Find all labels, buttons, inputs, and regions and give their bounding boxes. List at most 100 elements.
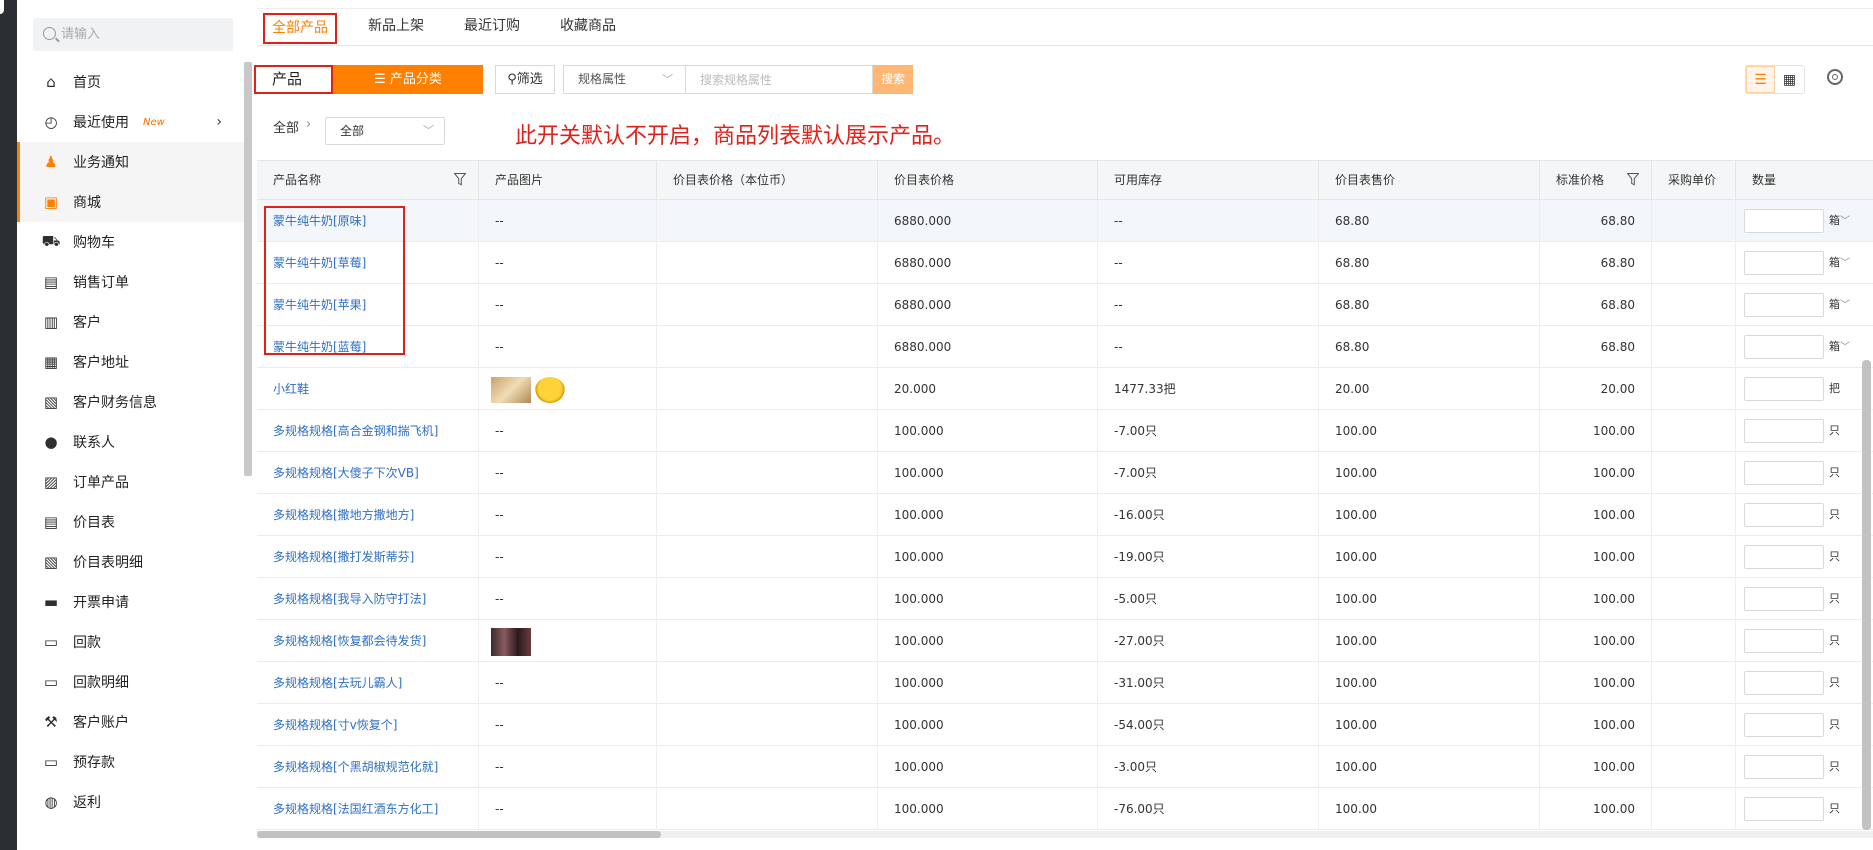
funnel-icon[interactable]	[454, 173, 466, 186]
product-name-link[interactable]: 蒙牛纯牛奶[蓝莓]	[257, 326, 479, 368]
tab-recent-orders[interactable]: 最近订购	[464, 9, 520, 45]
sidebar-item-customer-account[interactable]: ⚒ 客户账户	[17, 702, 246, 742]
sidebar-item-customer[interactable]: ▥ 客户	[17, 302, 246, 342]
quantity-input[interactable]	[1744, 209, 1824, 233]
table-row[interactable]: 蒙牛纯牛奶[原味] -- 6880.000 -- 68.80 68.80 箱﹀	[257, 200, 1873, 242]
quantity-input[interactable]	[1744, 251, 1824, 275]
sidebar-item-customer-finance[interactable]: ▧ 客户财务信息	[17, 382, 246, 422]
list-view-icon[interactable]: ☰	[1746, 66, 1775, 93]
sidebar-item-cart[interactable]: ⛟ 购物车	[17, 222, 246, 262]
col-product-name[interactable]: 产品名称	[257, 161, 479, 199]
product-name-link[interactable]: 多规格规格[个黑胡椒规范化就]	[257, 746, 479, 788]
product-name-link[interactable]: 蒙牛纯牛奶[苹果]	[257, 284, 479, 326]
unit-select[interactable]: 箱﹀	[1829, 200, 1850, 242]
table-row[interactable]: 多规格规格[高合金钢和揣飞机] -- 100.000 -7.00只 100.00 100.…	[257, 410, 1873, 452]
sidebar-item-order-product[interactable]: ▨ 订单产品	[17, 462, 246, 502]
sale-price-cell: 100.00	[1319, 662, 1540, 704]
sidebar-item-rebate[interactable]: ◍ 返利	[17, 782, 246, 822]
unit-select[interactable]: 箱﹀	[1829, 242, 1850, 284]
sidebar-item-price-list-detail[interactable]: ▧ 价目表明细	[17, 542, 246, 582]
search-button[interactable]: 搜索	[873, 65, 913, 94]
quantity-input[interactable]	[1744, 755, 1824, 779]
filter-button[interactable]: ⚲筛选	[495, 65, 555, 94]
sidebar-item-price-list[interactable]: ▤ 价目表	[17, 502, 246, 542]
quantity-input[interactable]	[1744, 713, 1824, 737]
sidebar-item-customer-address[interactable]: ▦ 客户地址	[17, 342, 246, 382]
category-select[interactable]: 全部 ﹀	[325, 117, 445, 145]
breadcrumb[interactable]: 全部	[273, 117, 299, 136]
table-row[interactable]: 多规格规格[个黑胡椒规范化就] -- 100.000 -3.00只 100.00 100.…	[257, 746, 1873, 788]
product-name-link[interactable]: 多规格规格[撒打发斯蒂芬]	[257, 536, 479, 578]
quantity-input[interactable]	[1744, 629, 1824, 653]
table-row[interactable]: 蒙牛纯牛奶[蓝莓] -- 6880.000 -- 68.80 68.80 箱﹀	[257, 326, 1873, 368]
category-toggle-button[interactable]: ☰ 产品分类	[333, 65, 483, 94]
table-row[interactable]: 蒙牛纯牛奶[草莓] -- 6880.000 -- 68.80 68.80 箱﹀	[257, 242, 1873, 284]
table-row[interactable]: 多规格规格[寸v恢复个] -- 100.000 -54.00只 100.00 100.00…	[257, 704, 1873, 746]
quantity-input[interactable]	[1744, 293, 1824, 317]
table-row[interactable]: 多规格规格[恢复都会待发货] 100.000 -27.00只 100.00 100.00…	[257, 620, 1873, 662]
sidebar-item-home[interactable]: ⌂ 首页	[17, 62, 246, 102]
quantity-input[interactable]	[1744, 377, 1824, 401]
unit-select[interactable]: 箱﹀	[1829, 284, 1850, 326]
quantity-input[interactable]	[1744, 545, 1824, 569]
col-standard-price[interactable]: 标准价格	[1540, 161, 1652, 199]
product-name-link[interactable]: 多规格规格[大傻子下次VB]	[257, 452, 479, 494]
quantity-input[interactable]	[1744, 419, 1824, 443]
spec-attribute-select[interactable]: 规格属性 ﹀	[563, 65, 685, 94]
search-input[interactable]	[61, 18, 221, 51]
sidebar-item-payment[interactable]: ▭ 回款	[17, 622, 246, 662]
table-row[interactable]: 多规格规格[去玩儿霸人] -- 100.000 -31.00只 100.00 100.00…	[257, 662, 1873, 704]
horizontal-scrollbar[interactable]	[257, 831, 661, 838]
product-name-link[interactable]: 多规格规格[法国红酒东方化工]	[257, 788, 479, 830]
sidebar-item-label: 客户	[73, 315, 101, 331]
sidebar-item-recent[interactable]: ◴ 最近使用 New ›	[17, 102, 246, 142]
sidebar-item-sales-order[interactable]: ▤ 销售订单	[17, 262, 246, 302]
product-name-link[interactable]: 多规格规格[恢复都会待发货]	[257, 620, 479, 662]
sidebar-scrollbar[interactable]	[244, 62, 252, 476]
table-row[interactable]: 多规格规格[法国红酒东方化工] -- 100.000 -76.00只 100.00 100…	[257, 788, 1873, 830]
tab-favorites[interactable]: 收藏商品	[560, 9, 616, 45]
quantity-input[interactable]	[1744, 335, 1824, 359]
table-row[interactable]: 多规格规格[撒地方撒地方] -- 100.000 -16.00只 100.00 100.0…	[257, 494, 1873, 536]
table-row[interactable]: 蒙牛纯牛奶[苹果] -- 6880.000 -- 68.80 68.80 箱﹀	[257, 284, 1873, 326]
quantity-input[interactable]	[1744, 461, 1824, 485]
tab-new-arrivals[interactable]: 新品上架	[368, 9, 424, 45]
sidebar-item-deposit[interactable]: ▭ 预存款	[17, 742, 246, 782]
product-name-link[interactable]: 蒙牛纯牛奶[原味]	[257, 200, 479, 242]
product-thumbnail[interactable]	[491, 376, 531, 403]
product-thumbnail[interactable]	[491, 627, 531, 656]
sidebar-item-invoice[interactable]: ▬ 开票申请	[17, 582, 246, 622]
table-row[interactable]: 多规格规格[我导入防守打法] -- 100.000 -5.00只 100.00 100.0…	[257, 578, 1873, 620]
sidebar-item-notice[interactable]: ♟ 业务通知	[17, 142, 246, 182]
product-name-link[interactable]: 多规格规格[寸v恢复个]	[257, 704, 479, 746]
sidebar-item-contact[interactable]: ● 联系人	[17, 422, 246, 462]
product-name-link[interactable]: 多规格规格[我导入防守打法]	[257, 578, 479, 620]
table-vertical-scrollbar[interactable]	[1862, 360, 1871, 830]
quantity-input[interactable]	[1744, 797, 1824, 821]
product-name-link[interactable]: 多规格规格[高合金钢和揣飞机]	[257, 410, 479, 452]
quantity-input[interactable]	[1744, 671, 1824, 695]
product-toggle-button[interactable]: 产品	[254, 65, 333, 94]
product-name-link[interactable]: 多规格规格[撒地方撒地方]	[257, 494, 479, 536]
quantity-input[interactable]	[1744, 587, 1824, 611]
grid-view-icon[interactable]: ▦	[1775, 66, 1804, 93]
sidebar-item-payment-detail[interactable]: ▭ 回款明细	[17, 662, 246, 702]
product-name-link[interactable]: 蒙牛纯牛奶[草莓]	[257, 242, 479, 284]
tab-all-products[interactable]: 全部产品	[263, 13, 337, 44]
funnel-icon[interactable]	[1627, 173, 1639, 186]
standard-price-cell: 68.80	[1540, 200, 1652, 242]
table-row[interactable]: 多规格规格[撒打发斯蒂芬] -- 100.000 -19.00只 100.00 100.0…	[257, 536, 1873, 578]
sidebar-search[interactable]	[33, 18, 233, 51]
sidebar-item-label: 价目表明细	[73, 555, 143, 571]
settings-icon[interactable]	[1827, 69, 1843, 85]
product-name-link[interactable]: 小红鞋	[257, 368, 479, 410]
sidebar-item-shop[interactable]: ▣ 商城	[17, 182, 246, 222]
product-thumbnail[interactable]	[534, 376, 565, 403]
table-row[interactable]: 多规格规格[大傻子下次VB] -- 100.000 -7.00只 100.00 100.0…	[257, 452, 1873, 494]
quantity-input[interactable]	[1744, 503, 1824, 527]
spec-search-input[interactable]	[685, 65, 873, 94]
product-name-link[interactable]: 多规格规格[去玩儿霸人]	[257, 662, 479, 704]
sidebar-item-label: 开票申请	[73, 595, 129, 611]
unit-select[interactable]: 箱﹀	[1829, 326, 1850, 368]
table-row[interactable]: 小红鞋 20.000 1477.33把 20.00 20.00 把	[257, 368, 1873, 410]
